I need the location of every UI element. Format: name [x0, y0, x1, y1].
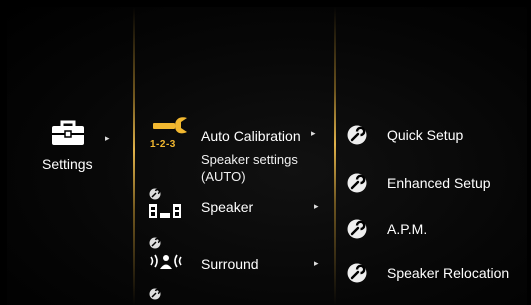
wrench-small-icon[interactable] — [149, 288, 161, 300]
surround-icon — [150, 254, 182, 269]
wrench-icon — [347, 219, 367, 239]
submenu-item-quick-setup[interactable]: Quick Setup — [347, 120, 531, 150]
submenu-item-speaker-relocation[interactable]: Speaker Relocation — [347, 258, 531, 288]
surround-label: Surround — [201, 256, 259, 272]
submenu-item-enhanced-setup[interactable]: Enhanced Setup — [347, 168, 531, 198]
surround-item[interactable]: Surround ▸ — [147, 237, 327, 277]
submenu-item-label: Enhanced Setup — [387, 175, 491, 191]
auto-calibration-arrow: ▸ — [311, 128, 316, 138]
auto-calibration-description: Speaker settings (AUTO) — [201, 152, 298, 184]
submenu-item-label: A.P.M. — [387, 221, 428, 237]
speaker-icon — [149, 204, 181, 218]
speaker-item[interactable]: Speaker ▸ — [147, 187, 327, 227]
toolbox-icon — [52, 120, 84, 145]
menu-panel: ▸ Settings 1-2-3 Auto Calibration ▸ Spea… — [7, 7, 527, 305]
auto-calibration-label: Auto Calibration — [201, 128, 301, 144]
settings-arrow: ▸ — [105, 133, 110, 143]
calibration-wrench-icon — [153, 117, 187, 134]
speaker-label: Speaker — [201, 199, 254, 215]
column-divider-left — [133, 7, 135, 305]
surround-arrow: ▸ — [314, 258, 319, 268]
submenu-item-label: Speaker Relocation — [387, 265, 510, 281]
settings-label: Settings — [42, 156, 93, 172]
speaker-arrow: ▸ — [314, 201, 319, 211]
settings-screen: ▸ Settings 1-2-3 Auto Calibration ▸ Spea… — [0, 0, 531, 305]
wrench-icon — [347, 263, 367, 283]
column-divider-right — [334, 7, 336, 305]
wrench-small-icon — [149, 237, 161, 249]
wrench-icon — [347, 125, 367, 145]
submenu-item-label: Quick Setup — [387, 127, 464, 143]
submenu-item-apm[interactable]: A.P.M. — [347, 214, 531, 244]
wrench-small-icon — [149, 188, 161, 200]
settings-root-item[interactable]: ▸ Settings — [42, 120, 127, 175]
auto-calibration-item[interactable]: 1-2-3 Auto Calibration ▸ Speaker setting… — [147, 115, 327, 191]
calibration-badge: 1-2-3 — [150, 139, 176, 150]
wrench-icon — [347, 173, 367, 193]
